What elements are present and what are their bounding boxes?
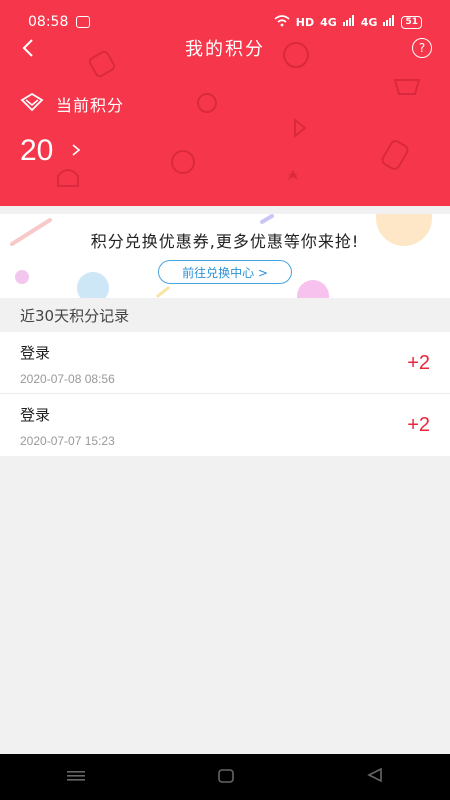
banner-decoration-icon [10, 214, 432, 298]
points-label-row: 当前积分 [20, 92, 124, 116]
list-item: 登录 2020-07-08 08:56 +2 [0, 332, 450, 394]
signal-label-1: 4G [320, 15, 337, 29]
record-points: +2 [407, 414, 430, 436]
banner-text: 积分兑换优惠券,更多优惠等你来抢! [90, 232, 360, 251]
battery-icon: 51 [401, 15, 422, 29]
points-label: 当前积分 [56, 96, 125, 115]
signal-icon [342, 15, 355, 29]
page-title: 我的积分 [185, 39, 265, 60]
home-icon[interactable] [218, 768, 234, 787]
points-value-row[interactable]: 20 [20, 134, 81, 168]
system-nav-bar [0, 754, 450, 800]
record-title: 登录 [20, 406, 51, 424]
navbar: 我的积分 ? [0, 30, 450, 66]
exchange-center-button[interactable]: 前往兑换中心 > [158, 260, 292, 284]
wifi-icon [274, 14, 290, 30]
record-title: 登录 [20, 344, 51, 362]
back-arrow-icon[interactable] [16, 36, 40, 60]
signal-label-2: 4G [360, 15, 378, 29]
record-time: 2020-07-08 08:56 [20, 372, 115, 386]
signal-icon [383, 15, 395, 29]
message-icon [76, 16, 91, 28]
question-icon[interactable]: ? [412, 38, 432, 58]
exchange-banner: 积分兑换优惠券,更多优惠等你来抢! 前往兑换中心 > [0, 214, 450, 298]
header: 08:58 HD 4G 4G 51 我的积分 ? 当前积分 20 [0, 0, 450, 206]
back-icon[interactable] [367, 767, 383, 787]
status-time: 08:58 [28, 14, 69, 30]
points-icon [20, 92, 44, 116]
record-time: 2020-07-07 15:23 [20, 434, 115, 448]
network-label: HD [295, 15, 315, 29]
records-list: 登录 2020-07-08 08:56 +2 登录 2020-07-07 15:… [0, 332, 450, 456]
points-value: 20 [20, 134, 54, 167]
record-points: +2 [407, 352, 430, 374]
menu-icon[interactable] [66, 768, 85, 787]
records-section-title: 近30天积分记录 [0, 298, 450, 332]
chevron-right-icon[interactable] [71, 141, 81, 162]
list-item: 登录 2020-07-07 15:23 +2 [0, 394, 450, 456]
